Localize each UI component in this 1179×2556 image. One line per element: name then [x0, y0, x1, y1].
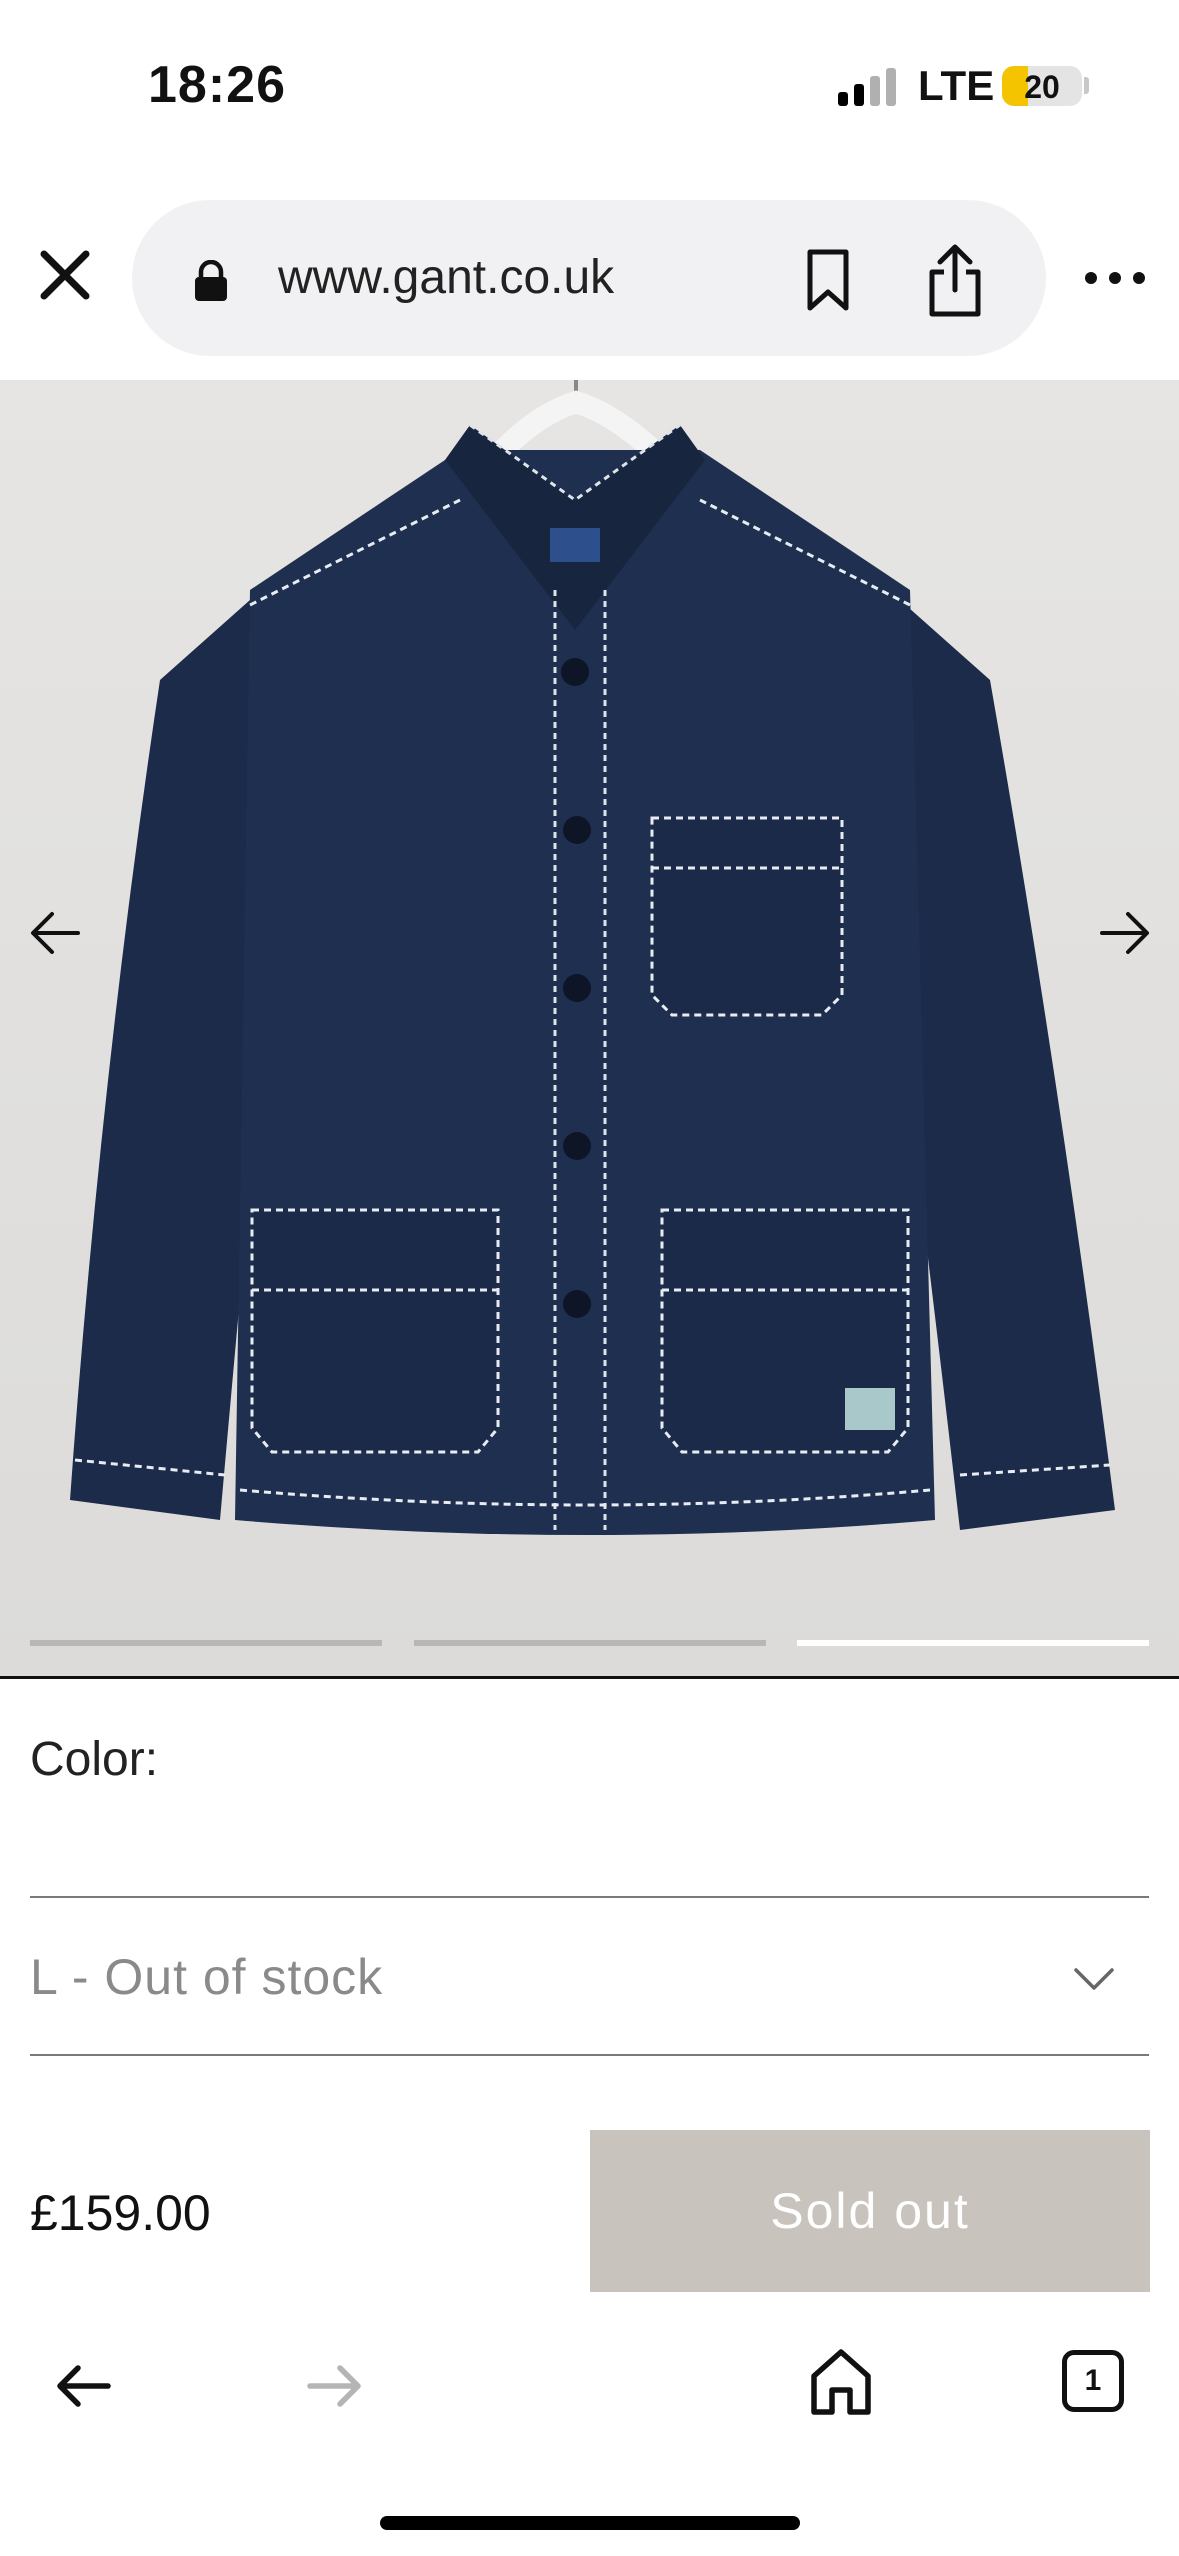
status-time: 18:26	[148, 56, 286, 114]
home-icon	[811, 2349, 871, 2415]
network-type: LTE	[918, 62, 995, 109]
battery-level: 20	[1024, 69, 1060, 105]
lock-icon	[195, 260, 227, 301]
next-image-button[interactable]	[1092, 900, 1158, 966]
home-indicator[interactable]	[380, 2516, 800, 2530]
gallery-indicator-2[interactable]	[414, 1640, 766, 1646]
close-button[interactable]	[30, 240, 100, 310]
battery-icon: 20	[1002, 66, 1082, 106]
tab-count: 1	[1084, 2364, 1102, 2397]
more-button[interactable]	[1080, 258, 1150, 298]
arrow-right-icon	[1100, 912, 1149, 954]
forward-button[interactable]	[302, 2356, 368, 2416]
forward-icon	[307, 2365, 361, 2407]
size-selected-value: L - Out of stock	[30, 1949, 384, 2005]
url-text[interactable]: www.gant.co.uk	[278, 250, 614, 305]
gallery-indicator-3[interactable]	[797, 1640, 1149, 1646]
close-icon	[40, 250, 90, 300]
address-bar[interactable]: www.gant.co.uk	[132, 200, 1046, 356]
chevron-down-icon	[1074, 1968, 1114, 1990]
divider	[30, 1896, 1149, 1898]
home-button[interactable]	[808, 2346, 874, 2418]
color-label: Color:	[30, 1733, 159, 1786]
divider	[30, 2054, 1149, 2056]
share-button[interactable]	[922, 242, 988, 318]
prev-image-button[interactable]	[22, 900, 88, 966]
product-price: £159.00	[30, 2185, 211, 2241]
gallery-indicator-1[interactable]	[30, 1640, 382, 1646]
tabs-button[interactable]: 1	[1062, 2350, 1124, 2412]
image-divider	[0, 1676, 1179, 1679]
size-select[interactable]: L - Out of stock	[30, 1900, 1149, 2056]
battery-tip	[1084, 77, 1089, 94]
share-icon	[929, 244, 981, 317]
signal-icon	[838, 66, 898, 106]
bookmark-icon	[807, 249, 849, 311]
back-button[interactable]	[50, 2356, 116, 2416]
more-icon	[1085, 272, 1145, 284]
product-image[interactable]	[0, 380, 1179, 1678]
sold-out-button[interactable]: Sold out	[590, 2130, 1150, 2292]
arrow-left-icon	[31, 912, 80, 954]
jacket-illustration	[70, 380, 1115, 1535]
back-icon	[57, 2365, 111, 2407]
bookmark-button[interactable]	[798, 246, 858, 316]
